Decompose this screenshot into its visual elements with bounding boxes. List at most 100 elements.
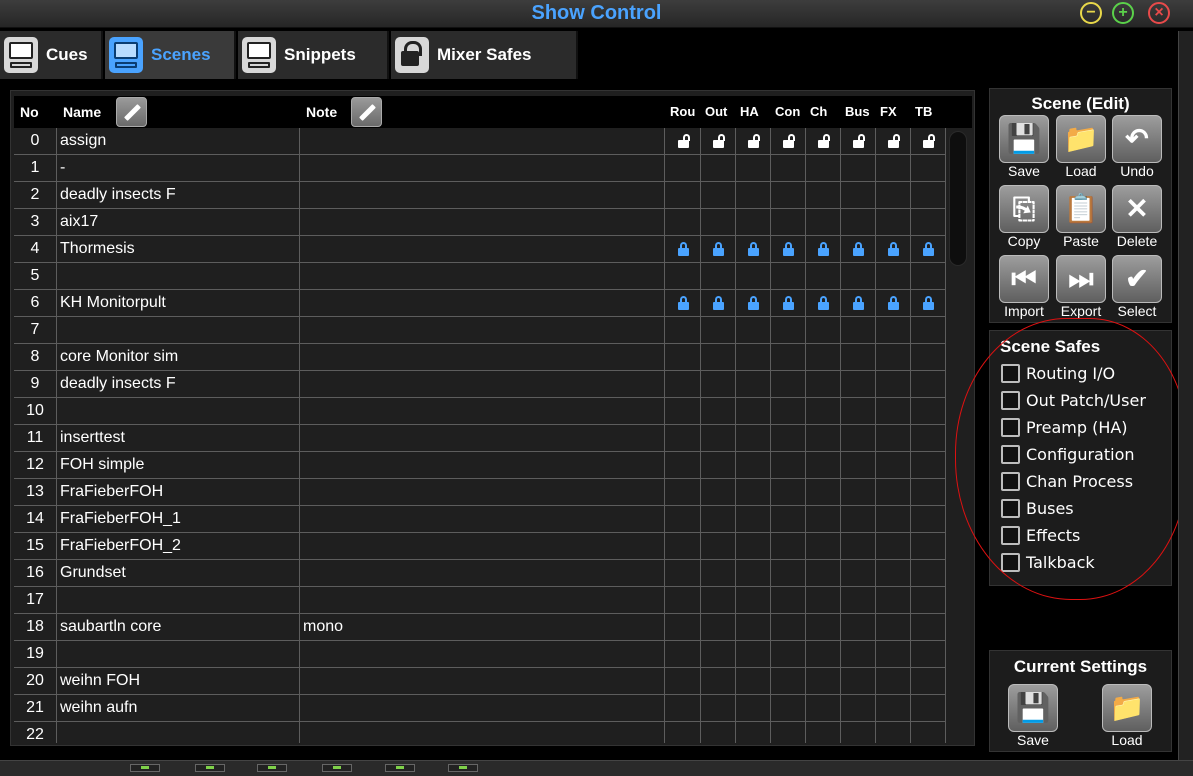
safe-cell [701, 371, 736, 397]
safe-cell[interactable] [666, 236, 701, 262]
edit-note-pencil-icon[interactable] [351, 97, 382, 127]
safe-cell [876, 668, 911, 694]
table-row[interactable]: 7 [14, 317, 946, 344]
table-row[interactable]: 5 [14, 263, 946, 290]
safe-cell [876, 533, 911, 559]
close-icon[interactable]: × [1148, 2, 1170, 24]
tab-label: Cues [46, 45, 88, 64]
safe-cell[interactable] [876, 128, 911, 154]
safe-cell [771, 317, 806, 343]
scene-note [300, 317, 665, 343]
safe-checkbox[interactable] [1001, 418, 1020, 437]
table-row[interactable]: 18 saubartln core mono [14, 614, 946, 641]
scene-number: 20 [14, 668, 57, 694]
table-row[interactable]: 12 FOH simple [14, 452, 946, 479]
safe-checkbox[interactable] [1001, 553, 1020, 572]
safe-cell [911, 587, 946, 613]
scene-note [300, 344, 665, 370]
safe-cell[interactable] [771, 128, 806, 154]
tab-cues[interactable]: Cues [0, 31, 103, 79]
safe-cell[interactable] [806, 236, 841, 262]
table-row[interactable]: 11 inserttest [14, 425, 946, 452]
table-row[interactable]: 0 assign [14, 128, 946, 155]
table-row[interactable]: 22 [14, 722, 946, 743]
lock-icon [713, 242, 724, 256]
safe-cell[interactable] [736, 128, 771, 154]
minimize-icon[interactable]: − [1080, 2, 1102, 24]
safe-checkbox-label[interactable]: Buses [1026, 499, 1074, 518]
edit-name-pencil-icon[interactable] [116, 97, 147, 127]
table-row[interactable]: 15 FraFieberFOH_2 [14, 533, 946, 560]
floppy-icon: 💾 [1015, 692, 1051, 723]
delete-button[interactable]: ✕ [1112, 185, 1162, 233]
undo-button[interactable]: ↶ [1112, 115, 1162, 163]
current-save-button[interactable]: 💾 [1008, 684, 1058, 732]
table-row[interactable]: 14 FraFieberFOH_1 [14, 506, 946, 533]
export-button[interactable]: ⏭ [1056, 255, 1106, 303]
table-row[interactable]: 2 deadly insects F [14, 182, 946, 209]
table-row[interactable]: 20 weihn FOH [14, 668, 946, 695]
safe-checkbox[interactable] [1001, 499, 1020, 518]
import-button[interactable]: ⏮ [999, 255, 1049, 303]
safe-checkbox-label[interactable]: Routing I/O [1026, 364, 1115, 383]
scrollbar-thumb[interactable] [949, 131, 967, 266]
safe-checkbox-label[interactable]: Preamp (HA) [1026, 418, 1128, 437]
table-row[interactable]: 9 deadly insects F [14, 371, 946, 398]
safe-cell[interactable] [911, 128, 946, 154]
safe-cell[interactable] [701, 128, 736, 154]
export-icon: ⏭ [1068, 263, 1094, 294]
safe-checkbox-label[interactable]: Effects [1026, 526, 1080, 545]
table-row[interactable]: 1- [14, 155, 946, 182]
tab-scenes[interactable]: Scenes [105, 31, 236, 79]
save-button[interactable]: 💾 [999, 115, 1049, 163]
table-row[interactable]: 13 FraFieberFOH [14, 479, 946, 506]
load-button[interactable]: 📁 [1056, 115, 1106, 163]
safe-cell[interactable] [736, 290, 771, 316]
safe-cell[interactable] [911, 290, 946, 316]
column-header-name: Name [63, 104, 102, 120]
safe-checkbox[interactable] [1001, 445, 1020, 464]
table-row[interactable]: 6 KH Monitorpult [14, 290, 946, 317]
safe-cell[interactable] [701, 290, 736, 316]
safe-cell [876, 317, 911, 343]
safe-cell[interactable] [911, 236, 946, 262]
safe-cell[interactable] [841, 128, 876, 154]
safe-cell[interactable] [806, 128, 841, 154]
table-row[interactable]: 10 [14, 398, 946, 425]
tab-snippets[interactable]: Snippets [238, 31, 389, 79]
safe-checkbox[interactable] [1001, 364, 1020, 383]
table-row[interactable]: 16 Grundset [14, 560, 946, 587]
table-row[interactable]: 19 [14, 641, 946, 668]
table-row[interactable]: 3 aix17 [14, 209, 946, 236]
safe-checkbox-label[interactable]: Talkback [1026, 553, 1095, 572]
safe-checkbox-label[interactable]: Out Patch/User [1026, 391, 1146, 410]
safe-cell[interactable] [841, 290, 876, 316]
copy-button[interactable]: ⎘ [999, 185, 1049, 233]
safe-checkbox-label[interactable]: Configuration [1026, 445, 1135, 464]
safe-checkbox[interactable] [1001, 391, 1020, 410]
scene-note [300, 533, 665, 559]
safe-checkbox[interactable] [1001, 526, 1020, 545]
safe-cell[interactable] [666, 128, 701, 154]
safe-cell [701, 587, 736, 613]
tab-mixer-safes[interactable]: Mixer Safes [391, 31, 578, 79]
table-row[interactable]: 17 [14, 587, 946, 614]
table-row[interactable]: 21 weihn aufn [14, 695, 946, 722]
safe-cell[interactable] [666, 290, 701, 316]
paste-button[interactable]: 📋 [1056, 185, 1106, 233]
safe-cell[interactable] [876, 236, 911, 262]
current-load-button[interactable]: 📁 [1102, 684, 1152, 732]
safe-cell[interactable] [806, 290, 841, 316]
safe-checkbox[interactable] [1001, 472, 1020, 491]
safe-cell[interactable] [736, 236, 771, 262]
safe-cell[interactable] [771, 236, 806, 262]
table-row[interactable]: 4 Thormesis [14, 236, 946, 263]
safe-cell[interactable] [841, 236, 876, 262]
safe-cell[interactable] [876, 290, 911, 316]
table-row[interactable]: 8 core Monitor sim [14, 344, 946, 371]
safe-checkbox-label[interactable]: Chan Process [1026, 472, 1133, 491]
safe-cell[interactable] [771, 290, 806, 316]
maximize-icon[interactable]: + [1112, 2, 1134, 24]
select-button[interactable]: ✔ [1112, 255, 1162, 303]
safe-cell[interactable] [701, 236, 736, 262]
